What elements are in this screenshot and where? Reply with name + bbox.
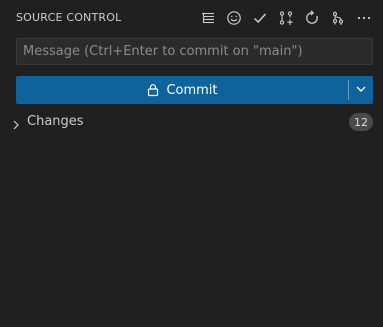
more-actions-icon[interactable] — [353, 7, 375, 29]
button-separator — [348, 76, 349, 104]
pull-request-icon[interactable] — [275, 7, 297, 29]
source-control-panel: SOURCE CONTROL Message (Ctrl+Enter to co… — [0, 0, 383, 327]
emoji-icon[interactable] — [223, 7, 245, 29]
commit-message-box — [16, 38, 373, 65]
check-icon[interactable] — [249, 7, 271, 29]
view-as-tree-icon[interactable] — [197, 7, 219, 29]
panel-header: SOURCE CONTROL — [0, 0, 383, 35]
chevron-down-icon — [354, 81, 368, 100]
refresh-icon[interactable] — [301, 7, 323, 29]
changes-count-badge: 12 — [349, 113, 373, 131]
commit-button-label: Commit — [166, 82, 218, 98]
lock-icon — [146, 83, 160, 97]
commit-button-group: Commit — [16, 76, 373, 104]
panel-title: SOURCE CONTROL — [16, 11, 122, 24]
chevron-right-icon[interactable] — [10, 116, 22, 130]
commit-button[interactable]: Commit — [16, 76, 348, 104]
graph-icon[interactable] — [327, 7, 349, 29]
commit-dropdown-button[interactable] — [349, 76, 373, 104]
commit-message-input[interactable] — [17, 39, 372, 64]
changes-group-header[interactable]: Changes 12 — [0, 111, 383, 133]
header-toolbar — [193, 7, 375, 29]
changes-label: Changes — [27, 114, 84, 129]
